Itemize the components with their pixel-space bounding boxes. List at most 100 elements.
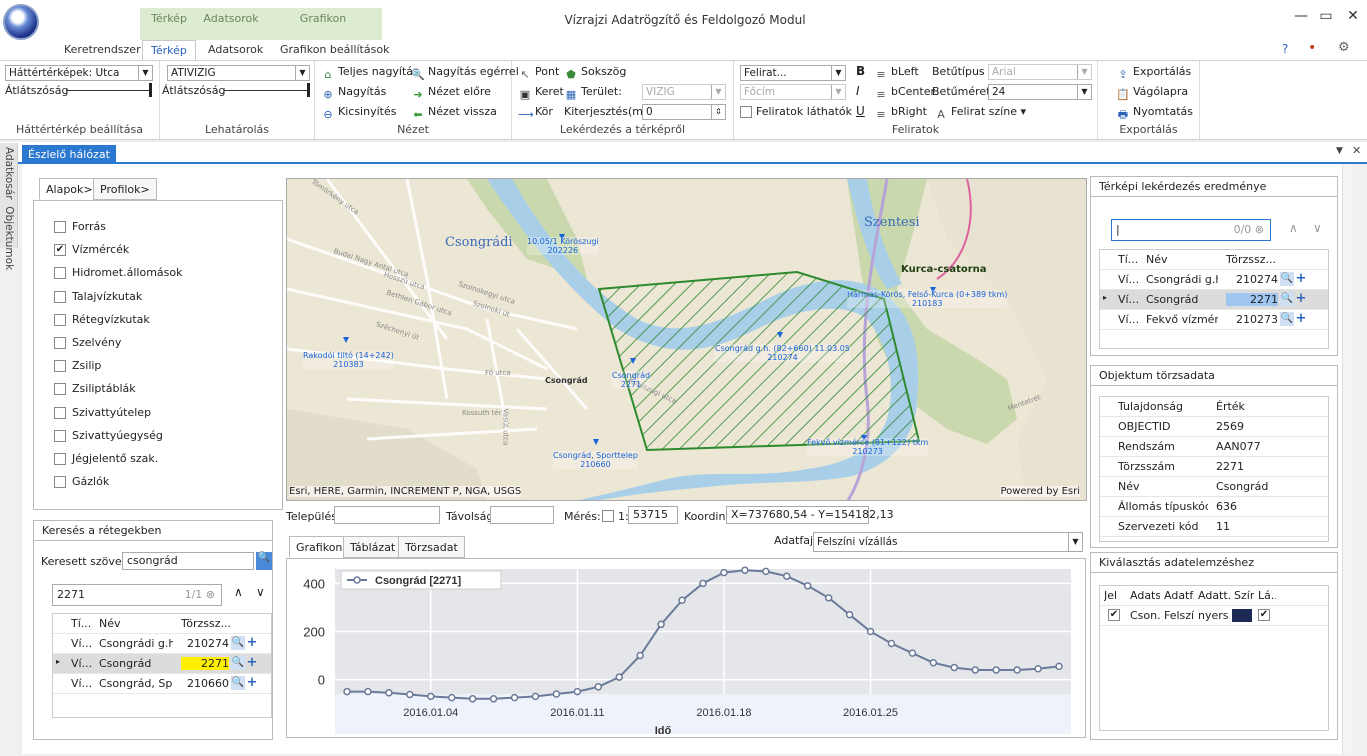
station-label[interactable]: Csongrád 2271 [612,371,651,389]
station-label[interactable]: Csongrád g.h. (82+660) 11.03.05 210274 [715,344,850,362]
column-header[interactable]: Jel [1104,589,1126,602]
station-label[interactable]: Fekvő vízmérce (81+122) tkm 210273 [807,438,929,456]
zoom-to-icon[interactable]: 🔍 [231,656,245,670]
app-logo-icon[interactable] [3,4,39,40]
access-select[interactable]: ATIVIZIG ▼ [167,65,310,81]
full-zoom-button[interactable]: ⌂ Teljes nagyítás [321,65,419,82]
query-polygon-button[interactable]: ⬟ Sokszög [564,65,626,82]
add-icon[interactable]: + [245,656,259,670]
column-header[interactable]: Név [99,617,175,630]
data-type-select[interactable]: Felszíni vízállás ▼ [813,532,1083,552]
labels-visible-checkbox[interactable] [740,106,752,118]
help-icon[interactable]: ? [1282,42,1288,56]
layer-checkbox[interactable] [54,453,66,465]
tab-framework[interactable]: Keretrendszer [56,40,149,60]
station-label[interactable]: Csongrád, Sporttelep 210660 [553,451,638,469]
column-header[interactable]: Törzssz... [181,617,231,630]
align-center-button[interactable]: ≡ bCenter [874,85,935,102]
minimize-button[interactable]: — [1290,8,1312,28]
station-label[interactable]: 10.05/1 Köröszugi 202226 [527,237,599,255]
table-row[interactable]: Állomás típuskód 636 [1100,497,1328,517]
zoom-out-button[interactable]: ⊖ Kicsinyítés [321,105,396,122]
tab-table[interactable]: Táblázat [343,536,403,558]
layer-checkbox[interactable] [54,476,66,489]
layer-checkbox[interactable] [54,221,66,233]
visible-checkbox[interactable]: ✔ [1258,609,1270,621]
column-header[interactable]: Törzssz... [1226,253,1280,266]
main-scrollbar[interactable] [1342,164,1352,754]
label-text-select[interactable]: Felirat... ▼ [740,65,846,81]
add-icon[interactable]: + [245,676,259,690]
search-input[interactable]: csongrád [122,552,254,570]
map-view[interactable]: Csongrádi Szentesi Kurca-csatorna Csongr… [286,178,1087,501]
align-right-button[interactable]: ≡ bRight [874,105,927,122]
scale-checkbox[interactable] [602,510,614,522]
zoom-in-button[interactable]: ⊕ Nagyítás [321,85,386,102]
table-row[interactable]: ✔ Cson... Felszí... nyers... ✔ [1100,606,1328,626]
add-icon[interactable]: + [245,636,259,650]
basemap-select[interactable]: Háttértérképek: Utca ▼ [5,65,153,81]
add-icon[interactable]: + [1294,272,1308,286]
prev-result-icon[interactable]: ∧ [234,585,243,599]
tab-observation-network[interactable]: Észlelő hálózat [22,145,116,165]
layer-checkbox[interactable]: ✔ [54,244,66,257]
layer-checkbox[interactable] [54,267,66,280]
user-icon[interactable]: • [1308,40,1316,56]
layer-checkbox[interactable] [54,383,66,396]
add-icon[interactable]: + [1294,312,1308,326]
view-back-button[interactable]: ⬅ Nézet vissza [411,105,497,122]
tab-dropdown-icon[interactable]: ▼ [1336,146,1343,156]
font-select[interactable]: Arial ▼ [988,64,1092,80]
zoom-to-icon[interactable]: 🔍 [1280,312,1294,326]
print-button[interactable]: 🖶 Nyomtatás [1116,105,1193,122]
column-header[interactable]: Tulajdonság [1118,400,1210,413]
layer-checkbox[interactable] [54,360,66,373]
access-opacity-slider[interactable] [224,83,310,97]
label-type-select[interactable]: Főcím ▼ [740,84,846,100]
tab-basics[interactable]: Alapok> [39,178,100,200]
maximize-button[interactable]: ▭ [1315,8,1337,28]
table-row[interactable]: ▸ Ví... Csongrád 2271 🔍 + [1100,290,1328,310]
layer-checkbox[interactable] [54,406,66,419]
query-circle-button[interactable]: ⟶Kör [518,105,553,122]
table-row[interactable]: Ví... Csongrádi g.h... 210274🔍+ [53,634,271,654]
table-row[interactable]: Törzsszám 2271 [1100,457,1328,477]
tab-series[interactable]: Adatsorok [200,40,271,60]
distance-input[interactable] [490,506,554,524]
column-header[interactable]: Szín [1234,589,1254,602]
search-icon[interactable]: 🔍 [256,552,272,570]
next-result-icon[interactable]: ∨ [256,585,265,599]
settlement-input[interactable] [334,506,440,524]
zoom-to-icon[interactable]: 🔍 [1280,292,1294,306]
station-label[interactable]: Hármas-Körös, Felső-Kurca (0+389 tkm) 21… [847,290,1008,308]
column-header[interactable]: Tí... [71,617,93,630]
tab-map[interactable]: Térkép [142,40,196,60]
font-size-select[interactable]: 24 ▼ [988,84,1092,100]
table-row[interactable]: ▸ Ví... Csongrád 2271 🔍 + [53,654,271,674]
layer-checkbox[interactable] [54,313,66,326]
bold-button[interactable]: B [856,64,865,78]
layer-checkbox[interactable] [54,337,66,349]
series-color-swatch[interactable] [1232,609,1252,622]
query-point-button[interactable]: ↖ Pont [518,65,559,82]
column-header[interactable]: Lá... [1258,589,1276,602]
export-button[interactable]: ⇪ Exportálás [1116,65,1191,82]
extent-input[interactable]: 0 ⇕ [642,104,726,120]
table-row[interactable]: Név Csongrád [1100,477,1328,497]
area-select[interactable]: VIZIG ▼ [642,84,726,100]
column-header[interactable]: Név [1146,253,1220,266]
column-header[interactable]: Adatf... [1164,589,1194,602]
italic-button[interactable]: I [856,84,860,98]
basemap-opacity-slider[interactable] [66,83,152,97]
table-row[interactable]: Szervezeti kód 11 [1100,517,1328,537]
sidebar-item-basket[interactable]: Adatkosár Objektumok [3,147,15,270]
table-row[interactable]: Ví... Csongrád, Sp... 210660🔍+ [53,674,271,694]
query-filter-input[interactable]: | 0/0 ⊗ [1111,219,1271,241]
tab-chart[interactable]: Grafikon [289,536,350,558]
tab-chart-settings[interactable]: Grafikon beállítások [272,40,397,60]
query-frame-button[interactable]: ▣ Keret [518,85,564,102]
next-result-icon[interactable]: ∨ [1313,221,1322,235]
table-row[interactable]: OBJECTID 2569 [1100,417,1328,437]
sidebar-item-objects[interactable]: Objektumok [3,206,15,270]
add-icon[interactable]: + [1294,292,1308,306]
